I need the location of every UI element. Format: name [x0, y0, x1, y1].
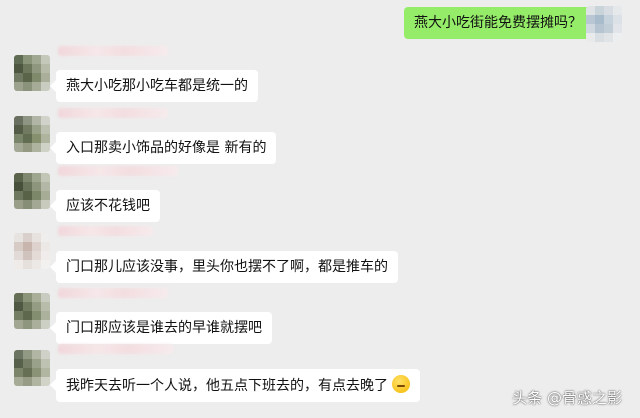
message-bubble[interactable]: 门口那儿应该没事，里头你也摆不了啊，都是推车的: [50, 251, 398, 283]
sender-name-blurred: [58, 46, 168, 56]
sender-avatar[interactable]: [14, 173, 50, 209]
sender-name-blurred: [58, 166, 178, 176]
message-bubble[interactable]: 燕大小吃那小吃车都是统一的: [50, 70, 258, 102]
message-text: 门口那儿应该没事，里头你也摆不了啊，都是推车的: [66, 259, 388, 275]
sender-name-blurred: [58, 344, 173, 354]
message-text: 门口那应该是谁去的早谁就摆吧: [66, 320, 262, 336]
outgoing-bubble[interactable]: 燕大小吃街能免费摆摊吗？: [404, 7, 598, 39]
watermark: 头条 @骨惑之影: [512, 389, 622, 407]
sender-avatar[interactable]: [14, 233, 50, 269]
sender-name-blurred: [58, 108, 168, 118]
sender-name-blurred: [58, 288, 168, 298]
sender-name-blurred: [58, 226, 153, 236]
message-bubble[interactable]: 门口那应该是谁去的早谁就摆吧: [50, 312, 272, 344]
self-avatar[interactable]: [586, 6, 622, 42]
message-bubble[interactable]: 应该不花钱吧: [50, 190, 160, 222]
sender-avatar[interactable]: [14, 55, 50, 91]
thinking-emoji-icon: [392, 375, 410, 393]
message-bubble[interactable]: 我昨天去听一个人说，他五点下班去的，有点去晚了: [50, 369, 420, 402]
message-bubble[interactable]: 入口那卖小饰品的好像是 新有的: [49, 132, 277, 164]
message-text: 入口那卖小饰品的好像是 新有的: [66, 140, 267, 156]
sender-avatar[interactable]: [14, 350, 50, 386]
message-text: 我昨天去听一个人说，他五点下班去的，有点去晚了: [66, 378, 388, 394]
message-text: 应该不花钱吧: [66, 198, 150, 214]
message-text: 燕大小吃那小吃车都是统一的: [66, 78, 248, 94]
sender-avatar[interactable]: [14, 293, 50, 329]
outgoing-text: 燕大小吃街能免费摆摊吗？: [414, 15, 582, 31]
sender-avatar[interactable]: [14, 116, 50, 152]
